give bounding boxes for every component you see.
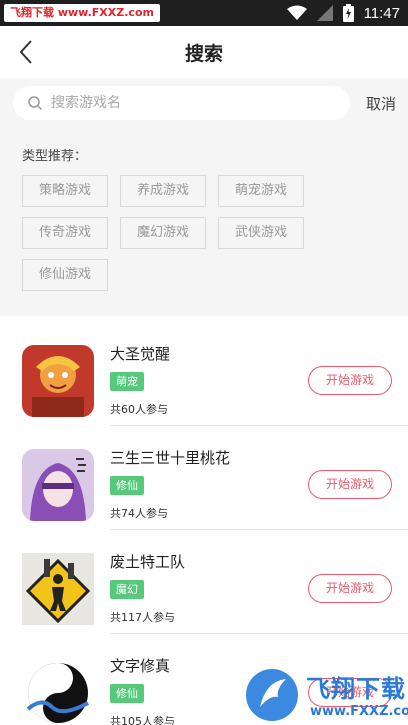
game-name[interactable]: 废土特工队 bbox=[110, 551, 185, 572]
cancel-button[interactable]: 取消 bbox=[366, 93, 396, 114]
tag-wuxia[interactable]: 武侠游戏 bbox=[218, 217, 304, 249]
participant-count: 共60人参与 bbox=[110, 403, 168, 416]
participant-count: 共117人参与 bbox=[110, 611, 175, 624]
list-item[interactable]: 大圣觉醒 萌宠 共60人参与 开始游戏 bbox=[0, 322, 408, 426]
watermark-text: 飞翔下载 bbox=[306, 675, 406, 703]
participant-count: 共74人参与 bbox=[110, 507, 168, 520]
game-name[interactable]: 文字修真 bbox=[110, 655, 170, 676]
game-thumbnail[interactable] bbox=[22, 449, 94, 521]
status-bar: 飞翔下载 www.FXXZ.com 11:47 bbox=[0, 0, 408, 26]
tag-xianxia[interactable]: 修仙游戏 bbox=[22, 259, 108, 291]
game-name[interactable]: 三生三世十里桃花 bbox=[110, 447, 230, 468]
search-input[interactable] bbox=[49, 94, 313, 112]
type-recommend-label: 类型推荐： bbox=[22, 149, 88, 164]
watermark-top-left: 飞翔下载 www.FXXZ.com bbox=[4, 4, 160, 22]
game-thumbnail[interactable] bbox=[22, 345, 94, 417]
tag-legend[interactable]: 传奇游戏 bbox=[22, 217, 108, 249]
search-box[interactable] bbox=[13, 86, 350, 120]
page-title: 搜索 bbox=[184, 43, 223, 65]
list-item[interactable]: 废土特工队 魔幻 共117人参与 开始游戏 bbox=[0, 530, 408, 634]
list-item[interactable]: 三生三世十里桃花 修仙 共74人参与 开始游戏 bbox=[0, 426, 408, 530]
game-tag-badge: 魔幻 bbox=[110, 580, 144, 599]
tag-pet[interactable]: 萌宠游戏 bbox=[218, 175, 304, 207]
game-tag-badge: 修仙 bbox=[110, 684, 144, 703]
game-name[interactable]: 大圣觉醒 bbox=[110, 343, 170, 364]
status-time: 11:47 bbox=[363, 4, 400, 22]
watermark-url: www.FXXZ.com bbox=[310, 704, 408, 719]
wifi-icon bbox=[286, 5, 307, 20]
search-icon bbox=[28, 96, 43, 111]
game-thumbnail[interactable] bbox=[22, 657, 94, 725]
status-icons: 11:47 bbox=[286, 3, 400, 23]
game-thumbnail[interactable] bbox=[22, 553, 94, 625]
start-game-button[interactable]: 开始游戏 bbox=[308, 574, 392, 603]
start-game-button[interactable]: 开始游戏 bbox=[308, 366, 392, 395]
battery-icon bbox=[342, 4, 354, 22]
nav-bar: 搜索 bbox=[0, 26, 408, 79]
tag-fantasy[interactable]: 魔幻游戏 bbox=[120, 217, 206, 249]
start-game-button[interactable]: 开始游戏 bbox=[308, 470, 392, 499]
participant-count: 共105人参与 bbox=[110, 715, 175, 725]
game-tag-badge: 修仙 bbox=[110, 476, 144, 495]
game-tag-badge: 萌宠 bbox=[110, 372, 144, 391]
signal-icon bbox=[316, 5, 333, 21]
tag-raising[interactable]: 养成游戏 bbox=[120, 175, 206, 207]
tag-strategy[interactable]: 策略游戏 bbox=[22, 175, 108, 207]
